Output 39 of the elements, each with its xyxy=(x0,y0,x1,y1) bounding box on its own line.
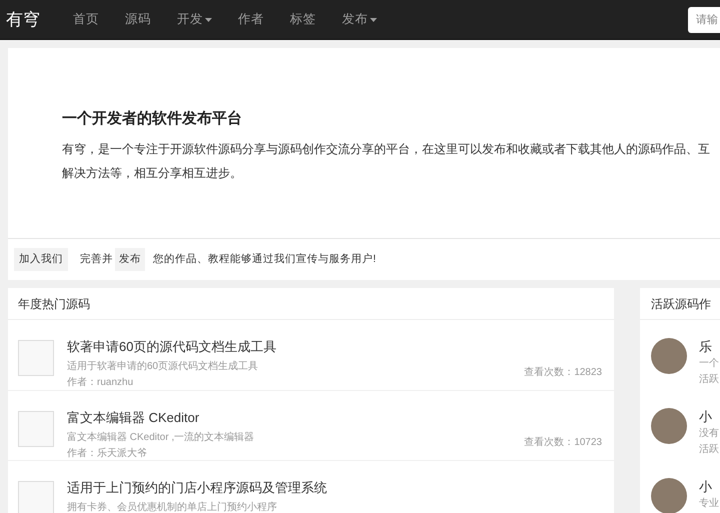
join-prefix: 完善并 xyxy=(80,252,113,267)
panel-title: 年度热门源码 xyxy=(8,288,614,320)
view-count: 查看次数：10723 xyxy=(524,436,602,450)
hero-text: 有穹，是一个专注于开源软件源码分享与源码创作交流分享的平台，在这里可以发布和收藏或者下载其他人的源码作品、互解决方法等，相互分享相互进步。 xyxy=(62,140,711,182)
project-author: 作者：ruanzhu xyxy=(67,376,134,390)
panel-title: 活跃源码作 xyxy=(640,288,720,320)
project-description: 富文本编辑器 CKeditor ,一流的文本编辑器 xyxy=(67,430,254,445)
author-name[interactable]: 小 xyxy=(699,408,719,426)
thumbnail-placeholder xyxy=(18,411,54,447)
nav-link[interactable]: 发布 xyxy=(329,10,390,29)
join-text: 您的作品、教程能够通过我们宣传与服务用户! xyxy=(153,252,376,267)
project-title[interactable]: 富文本编辑器 CKeditor xyxy=(67,409,602,427)
nav-link[interactable]: 标签 xyxy=(277,10,329,29)
author-name[interactable]: 小 xyxy=(699,478,719,496)
nav-link[interactable]: 首页 xyxy=(60,10,112,29)
publish-button[interactable]: 发布 xyxy=(115,248,145,272)
nav-link[interactable]: 开发 xyxy=(164,10,225,29)
search-field[interactable]: 请输 xyxy=(688,6,720,32)
project-description: 适用于软著申请的60页源代码文档生成工具 xyxy=(67,360,258,374)
thumbnail-placeholder xyxy=(18,340,54,376)
avatar xyxy=(651,408,687,444)
project-author: 作者：乐天派大爷 xyxy=(67,446,147,461)
avatar xyxy=(651,478,687,513)
site-logo[interactable]: 有穹 xyxy=(6,6,40,32)
project-title[interactable]: 适用于上门预约的门店小程序源码及管理系统 xyxy=(67,479,602,497)
author-description: 一个 xyxy=(699,357,719,371)
author-description: 没有 xyxy=(699,427,719,441)
author-activity: 活跃 xyxy=(699,373,719,387)
join-button[interactable]: 加入我们 xyxy=(14,248,68,272)
hero-title: 一个开发者的软件发布平台 xyxy=(62,109,243,129)
project-description: 拥有卡券、会员优惠机制的单店上门预约小程序 xyxy=(67,500,277,513)
nav-link[interactable]: 作者 xyxy=(225,10,277,29)
project-title[interactable]: 软著申请60页的源代码文档生成工具 xyxy=(67,338,602,356)
view-count: 查看次数：12823 xyxy=(524,366,602,380)
author-activity: 活跃 xyxy=(699,443,719,457)
nav-link[interactable]: 源码 xyxy=(112,10,164,29)
author-name[interactable]: 乐 xyxy=(699,338,719,356)
author-description: 专业 xyxy=(699,496,719,511)
avatar xyxy=(651,338,687,374)
